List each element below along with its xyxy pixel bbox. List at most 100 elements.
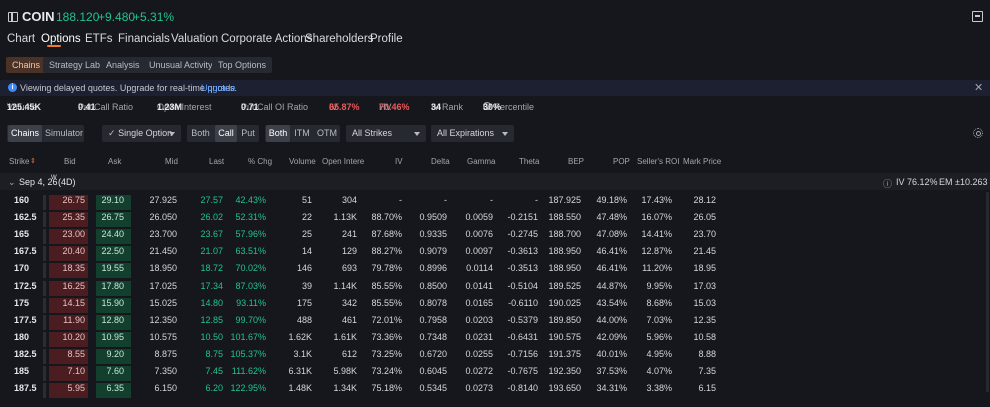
cell-mid: 15.025 (149, 297, 177, 308)
cell-roi: 7.03% (646, 314, 672, 325)
cell-bid[interactable]: 18.35 (62, 263, 85, 273)
cell-ask[interactable]: 12.80 (101, 315, 124, 325)
side-call[interactable]: Call (215, 125, 237, 142)
table-row[interactable]: 160 26.75 29.10 27.925 27.57 42.43% 51 304- - - -1… (0, 192, 990, 210)
info-icon[interactable]: ⓘ (883, 177, 892, 190)
panel-toggle-icon[interactable] (8, 12, 18, 22)
side-put[interactable]: Put (237, 125, 259, 142)
col-open-interest[interactable]: Open Intere (322, 157, 364, 166)
col-strike[interactable]: Strike (9, 157, 29, 166)
sort-icon[interactable]: ⇕ (30, 157, 36, 165)
subtab-chains[interactable]: Chains (6, 57, 47, 73)
tab-etfs[interactable]: ETFs (85, 33, 112, 45)
col-mid[interactable]: Mid (165, 157, 178, 166)
money-both[interactable]: Both (266, 125, 290, 142)
col-theta[interactable]: Theta (519, 157, 539, 166)
settings-gear-icon[interactable] (973, 128, 983, 138)
cell-bid[interactable]: 8.55 (67, 349, 85, 359)
mode-simulator[interactable]: Simulator (44, 125, 84, 142)
cell-theta: -0.3513 (507, 263, 538, 274)
table-row[interactable]: 187.5 5.95 6.35 6.150 6.20 122.95% 1.48K 1.34K 7… (0, 380, 990, 399)
cell-delta: 0.8996 (419, 263, 447, 274)
cell-mid: 12.350 (149, 314, 177, 325)
col-delta[interactable]: Delta (431, 157, 450, 166)
subtab-top-options[interactable]: Top Options (212, 57, 273, 73)
cell-ask[interactable]: 17.80 (101, 281, 124, 291)
col-ask[interactable]: Ask (108, 157, 121, 166)
cell-ask[interactable]: 29.10 (101, 195, 124, 205)
tab-shareholders[interactable]: Shareholders (305, 33, 373, 45)
tab-financials[interactable]: Financials (118, 33, 170, 45)
expirations-select[interactable]: All Expirations (431, 125, 514, 142)
cell-bid[interactable]: 5.95 (67, 383, 85, 393)
tab-chart[interactable]: Chart (7, 33, 35, 45)
subtab-analysis[interactable]: Analysis (100, 57, 146, 73)
col-iv[interactable]: IV (395, 157, 403, 166)
cell-bid[interactable]: 23.00 (62, 229, 85, 239)
col-last[interactable]: Last (209, 157, 224, 166)
table-row[interactable]: 162.5 25.35 26.75 26.050 26.02 52.31% 22 1.13K 8… (0, 209, 990, 228)
col-pchg[interactable]: % Chg (248, 157, 272, 166)
col-gamma[interactable]: Gamma (467, 157, 495, 166)
cell-ask[interactable]: 9.20 (106, 349, 124, 359)
cell-ask[interactable]: 15.90 (101, 298, 124, 308)
scrollbar[interactable] (986, 192, 989, 392)
tab-valuation[interactable]: Valuation (171, 33, 218, 45)
strikes-select[interactable]: All Strikes (346, 125, 426, 142)
side-both[interactable]: Both (187, 125, 214, 142)
cell-bid[interactable]: 16.25 (62, 281, 85, 291)
cell-bid[interactable]: 7.10 (67, 366, 85, 376)
money-itm[interactable]: ITM (291, 125, 313, 142)
col-bid[interactable]: Bid (64, 157, 76, 166)
col-sellers-roi[interactable]: Seller's ROI (637, 157, 679, 166)
col-bep[interactable]: BEP (568, 157, 584, 166)
cell-roi: 5.96% (646, 331, 672, 342)
cell-pop: 44.87% (596, 280, 627, 291)
expiry-group-header[interactable]: ⌄ Sep 4, 26 W (4D) ⓘ IV 76.12% EM ±10.26… (0, 173, 990, 190)
table-row[interactable]: 177.5 11.90 12.80 12.350 12.85 99.70% 488 461 72… (0, 312, 990, 330)
cell-iv: 85.55% (371, 297, 402, 308)
cell-ask[interactable]: 10.95 (101, 332, 124, 342)
tab-profile[interactable]: Profile (370, 33, 403, 45)
cell-pchg: 52.31% (235, 212, 266, 223)
cell-roi: 4.95% (646, 348, 672, 359)
table-row[interactable]: 180 10.20 10.95 10.575 10.50 101.67% 1.62K 1.61… (0, 329, 990, 347)
cell-vol: 25 (301, 229, 312, 240)
table-row[interactable]: 175 14.15 15.90 15.025 14.80 93.11% 175 342 85.5… (0, 295, 990, 313)
money-otm[interactable]: OTM (314, 125, 340, 142)
tab-options[interactable]: Options (41, 33, 81, 45)
table-row[interactable]: 185 7.10 7.60 7.350 7.45 111.62% 6.31K 5.98K 73.… (0, 363, 990, 381)
table-row[interactable]: 165 23.00 24.40 23.700 23.67 57.96% 25 241 87.68… (0, 226, 990, 245)
close-icon[interactable]: ✕ (974, 81, 983, 94)
cell-bid[interactable]: 11.90 (63, 315, 85, 325)
cell-ask[interactable]: 26.75 (101, 212, 124, 222)
col-volume[interactable]: Volume (289, 157, 316, 166)
ticker-symbol: COIN (22, 9, 55, 24)
cell-ask[interactable]: 7.60 (106, 366, 124, 376)
strategy-select[interactable]: ✓ Single Option (102, 125, 181, 142)
upgrade-link[interactable]: Upgrade (201, 83, 236, 93)
mode-chains[interactable]: Chains (8, 125, 42, 142)
tab-corporate-actions[interactable]: Corporate Actions (221, 33, 312, 45)
chevron-down-icon[interactable]: ⌄ (8, 177, 16, 188)
stat-iv: 65.87% (329, 102, 360, 112)
cell-bid[interactable]: 14.15 (62, 298, 85, 308)
table-row[interactable]: 170 18.35 19.55 18.950 18.72 70.02% 146 693 79.7… (0, 260, 990, 279)
col-mark-price[interactable]: Mark Price (683, 157, 721, 166)
subtab-unusual-activity[interactable]: Unusual Activity (143, 57, 219, 73)
cell-bid[interactable]: 10.20 (62, 332, 85, 342)
cell-bid[interactable]: 20.40 (62, 246, 85, 256)
cell-bid[interactable]: 25.35 (62, 212, 85, 222)
col-pop[interactable]: POP (613, 157, 630, 166)
subtab-strategy-lab[interactable]: Strategy Lab (43, 57, 107, 73)
table-row[interactable]: 182.5 8.55 9.20 8.875 8.75 105.37% 3.1K 612 73.2… (0, 346, 990, 364)
cell-bid[interactable]: 26.75 (62, 195, 85, 205)
table-row[interactable]: 172.5 16.25 17.80 17.025 17.34 87.03% 39 1.14K 8… (0, 278, 990, 296)
cell-ask[interactable]: 22.50 (101, 246, 124, 256)
cell-ask[interactable]: 6.35 (106, 383, 124, 393)
expand-icon[interactable] (972, 11, 983, 22)
cell-ask[interactable]: 24.40 (101, 229, 124, 239)
cell-roi: 14.41% (641, 229, 672, 240)
table-row[interactable]: 167.5 20.40 22.50 21.450 21.07 63.51% 14 129 88.… (0, 243, 990, 262)
cell-ask[interactable]: 19.55 (101, 263, 124, 273)
